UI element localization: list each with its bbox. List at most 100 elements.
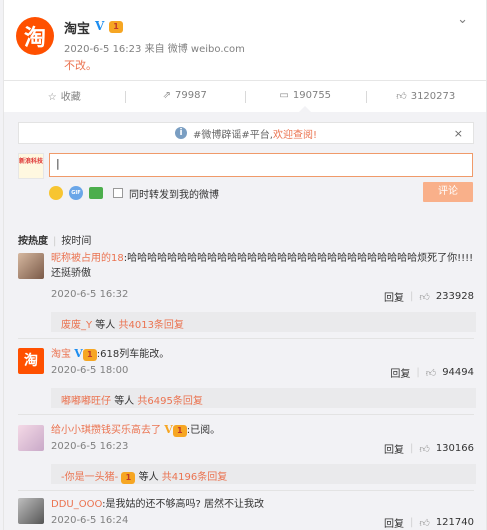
emoji-icon[interactable] xyxy=(49,186,63,200)
divider xyxy=(18,490,474,491)
comment-likes: 130166 xyxy=(435,443,474,454)
comment-user[interactable]: 给小小琪攒钱买乐高去了 xyxy=(51,425,161,436)
sort-time[interactable]: 按时间 xyxy=(61,236,91,247)
member-badge-icon: 1 xyxy=(82,349,97,361)
comment-avatar[interactable]: 淘 xyxy=(18,348,44,374)
member-badge-icon: 1 xyxy=(121,472,136,484)
comment-likes: 121740 xyxy=(435,517,474,528)
sub-reply-more[interactable]: 共4196条回复 xyxy=(162,472,227,483)
author-avatar[interactable]: 淘 xyxy=(16,17,54,55)
sub-reply-text: 等人 xyxy=(95,320,116,331)
comment-time: 2020-6-5 16:32 xyxy=(51,289,129,300)
close-icon[interactable]: × xyxy=(454,127,463,140)
comment-text: 淘宝 V 1:618列车能改。 xyxy=(51,346,476,362)
ops-separator: | xyxy=(409,291,414,302)
gif-icon[interactable]: GIF xyxy=(69,186,83,200)
post-text: 不改。 xyxy=(64,59,97,72)
comment-time: 2020-6-5 18:00 xyxy=(51,365,129,376)
comment-body: :是我姑的还不够高吗? 居然不让我改 xyxy=(102,499,265,510)
verified-icon: V xyxy=(74,347,83,360)
divider xyxy=(18,414,474,415)
comment-button[interactable]: ▭ 190755 xyxy=(245,90,366,103)
comment-text: 昵称被占用的18:哈哈哈哈哈哈哈哈哈哈哈哈哈哈哈哈哈哈哈哈哈哈哈哈哈哈哈哈哈烦死… xyxy=(51,251,476,281)
sub-reply-user[interactable]: 废废_Y xyxy=(61,320,92,331)
sub-reply-more[interactable]: 共6495条回复 xyxy=(137,396,202,407)
post: 淘 淘宝 V 1 2020-6-5 16:23 来自 微博 weibo.com … xyxy=(4,0,486,80)
notice-link[interactable]: 欢迎查阅! xyxy=(273,126,317,141)
comment-icon: ▭ xyxy=(279,90,289,101)
chevron-down-icon[interactable]: ⌄ xyxy=(457,12,468,27)
like-count: 3120273 xyxy=(410,90,456,102)
comment-ops: 回复 | 👍︎ 121740 xyxy=(384,515,474,530)
like-icon[interactable]: 👍︎ xyxy=(419,443,429,455)
sync-checkbox[interactable] xyxy=(113,188,123,198)
info-icon: i xyxy=(175,127,188,139)
post-source[interactable]: 来自 微博 weibo.com xyxy=(145,44,245,55)
post-timestamp[interactable]: 2020-6-5 16:23 xyxy=(64,44,141,55)
share-icon: ⇗ xyxy=(162,90,172,101)
weibo-card: 淘 淘宝 V 1 2020-6-5 16:23 来自 微博 weibo.com … xyxy=(3,0,487,530)
like-icon[interactable]: 👍︎ xyxy=(419,291,429,303)
sort-tabs: 按热度 | 按时间 xyxy=(18,232,91,247)
comment-time: 2020-6-5 16:24 xyxy=(51,515,129,526)
notice-banner: i #微博辟谣#平台, 欢迎查阅! × xyxy=(18,122,474,144)
comment-avatar[interactable] xyxy=(18,425,44,451)
sub-reply-more[interactable]: 共4013条回复 xyxy=(118,320,183,331)
sub-replies[interactable]: -你是一头猪- 1 等人 共4196条回复 xyxy=(51,464,476,484)
sort-separator: | xyxy=(53,236,57,247)
comment-user[interactable]: DDU_OOO xyxy=(51,499,102,510)
verified-icon: V xyxy=(164,423,173,436)
comment-input[interactable]: | xyxy=(49,153,473,177)
comment-likes: 94494 xyxy=(442,367,474,378)
author-name[interactable]: 淘宝 xyxy=(64,18,90,37)
comment-body: :618列车能改。 xyxy=(96,349,170,360)
like-icon[interactable]: 👍︎ xyxy=(419,517,429,529)
comment-likes: 233928 xyxy=(435,291,474,302)
submit-comment-button[interactable]: 评论 xyxy=(423,182,473,202)
comment-ops: 回复 | 👍︎ 233928 xyxy=(384,289,474,304)
avatar-char: 淘 xyxy=(24,353,38,369)
member-badge-icon: 1 xyxy=(109,21,123,33)
repost-count: 79987 xyxy=(175,90,207,101)
favorite-label: 收藏 xyxy=(60,92,81,103)
post-actions: ☆ 收藏 ⇗ 79987 ▭ 190755 👍︎ 3120273 xyxy=(4,80,486,110)
sub-replies[interactable]: 嘟嘟嘟旺仔 等人 共6495条回复 xyxy=(51,388,476,408)
sub-reply-text: 等人 xyxy=(114,396,135,407)
post-meta: 2020-6-5 16:23 来自 微博 weibo.com xyxy=(64,40,245,55)
image-icon[interactable] xyxy=(89,187,103,199)
reply-tools: GIF 同时转发到我的微博 xyxy=(49,185,219,201)
comment-ops: 回复 | 👍︎ 130166 xyxy=(384,441,474,456)
like-icon: 👍︎ xyxy=(396,90,407,102)
reply-button[interactable]: 回复 xyxy=(384,289,404,304)
sort-hot[interactable]: 按热度 xyxy=(18,236,48,247)
like-icon[interactable]: 👍︎ xyxy=(426,367,436,379)
comment-user[interactable]: 淘宝 xyxy=(51,349,71,360)
sync-label: 同时转发到我的微博 xyxy=(129,189,219,201)
ops-separator: | xyxy=(409,443,414,454)
comment-avatar[interactable] xyxy=(18,253,44,279)
comment-user[interactable]: 昵称被占用的18 xyxy=(51,253,124,264)
divider xyxy=(18,338,474,339)
notice-text: #微博辟谣#平台, xyxy=(193,129,273,141)
sub-reply-user[interactable]: -你是一头猪- xyxy=(61,472,118,483)
comment-ops: 回复 | 👍︎ 94494 xyxy=(390,365,474,380)
comment-time: 2020-6-5 16:23 xyxy=(51,441,129,452)
ops-separator: | xyxy=(409,517,414,528)
repost-button[interactable]: ⇗ 79987 xyxy=(124,90,246,103)
member-badge-icon: 1 xyxy=(172,425,187,437)
reply-button[interactable]: 回复 xyxy=(384,515,404,530)
sub-reply-user[interactable]: 嘟嘟嘟旺仔 xyxy=(61,396,111,407)
reply-button[interactable]: 回复 xyxy=(390,365,410,380)
my-avatar-text: 新浪科技 xyxy=(19,158,44,165)
like-button[interactable]: 👍︎ 3120273 xyxy=(365,90,487,103)
my-avatar: 新浪科技 xyxy=(18,153,44,179)
star-icon: ☆ xyxy=(47,92,57,103)
comment-text: DDU_OOO:是我姑的还不够高吗? 居然不让我改 xyxy=(51,497,476,512)
avatar-char: 淘 xyxy=(23,26,46,51)
favorite-button[interactable]: ☆ 收藏 xyxy=(4,88,125,103)
comment-avatar[interactable] xyxy=(18,498,44,524)
sub-reply-text: 等人 xyxy=(138,472,159,483)
sub-replies[interactable]: 废废_Y 等人 共4013条回复 xyxy=(51,312,476,332)
comment-body: :已阅。 xyxy=(186,425,221,436)
reply-button[interactable]: 回复 xyxy=(384,441,404,456)
